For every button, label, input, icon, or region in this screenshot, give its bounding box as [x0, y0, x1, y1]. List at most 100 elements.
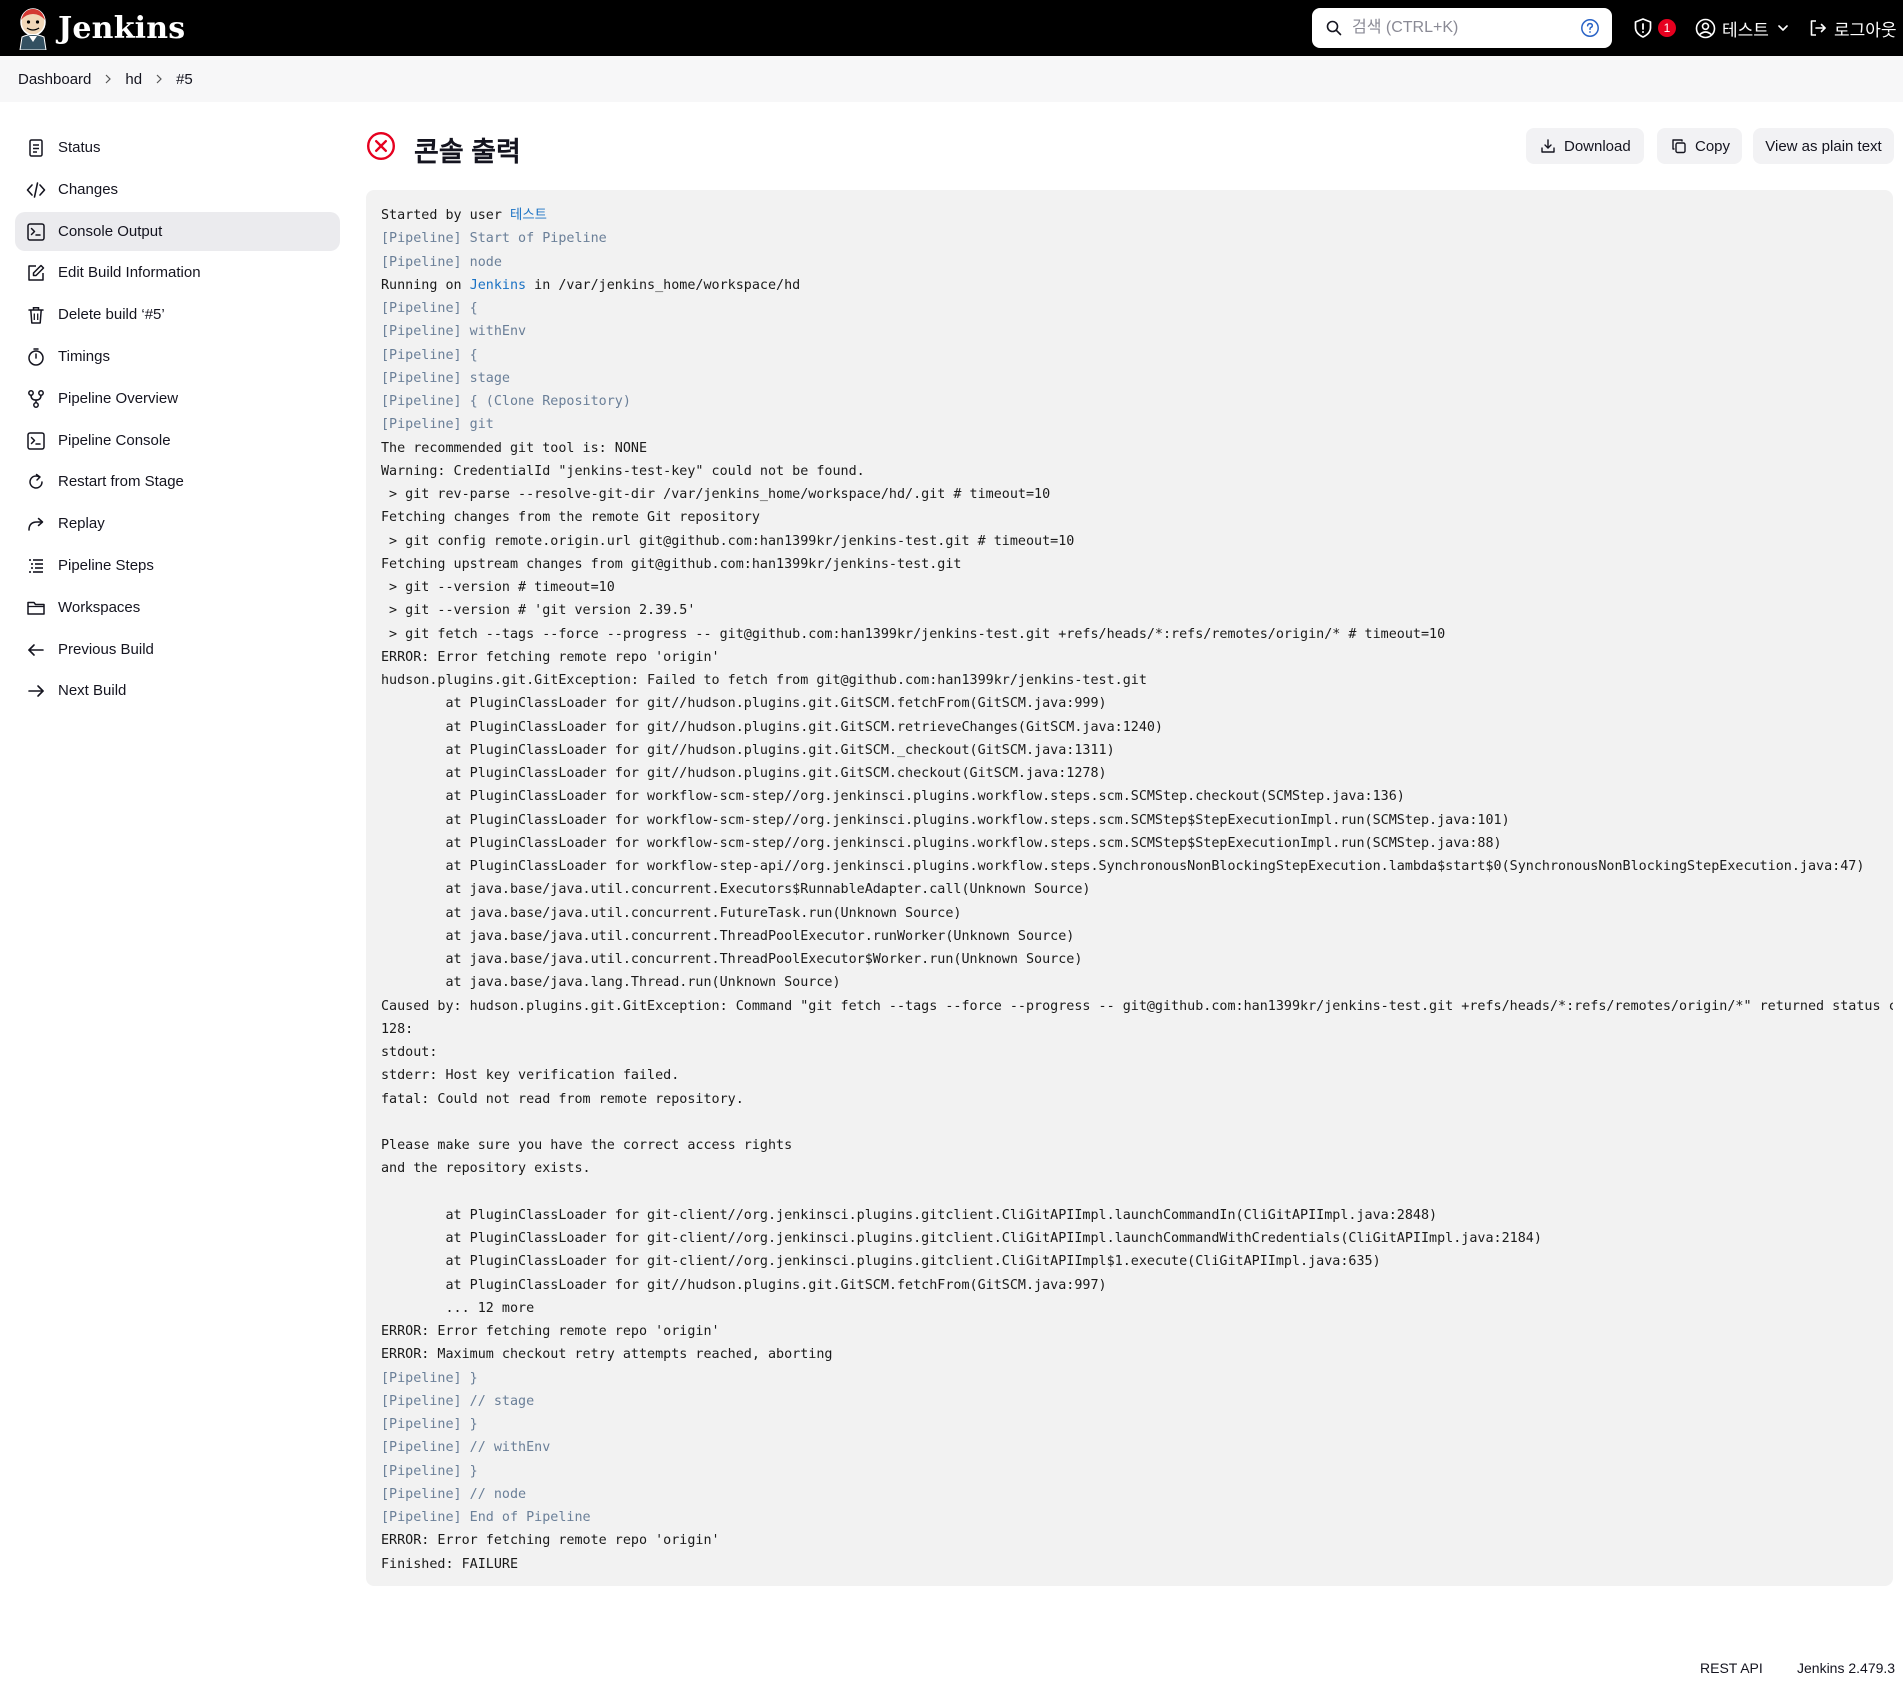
console-text: ... 12 more — [381, 1300, 535, 1316]
console-text: at PluginClassLoader for git-client//org… — [381, 1207, 1438, 1223]
console-text: at PluginClassLoader for workflow-step-a… — [381, 859, 1865, 874]
terminal-icon — [27, 222, 45, 241]
breadcrumb-dashboard[interactable]: Dashboard — [18, 71, 91, 88]
sidebar-item-changes[interactable]: Changes — [15, 170, 340, 209]
sidebar-item-previous-build[interactable]: Previous Build — [15, 630, 340, 669]
copy-button[interactable]: Copy — [1657, 128, 1742, 164]
redo-icon — [28, 517, 44, 531]
console-text: ERROR: Maximum checkout retry attempts r… — [381, 1347, 833, 1363]
copy-label: Copy — [1695, 137, 1731, 155]
user-avatar-icon — [1695, 18, 1716, 38]
console-text: Started by user — [381, 208, 510, 223]
console-text: ERROR: Error fetching remote repo 'origi… — [381, 649, 720, 665]
sidebar-item-console-output[interactable]: Console Output — [15, 211, 340, 251]
console-link[interactable]: 테스트 — [510, 208, 547, 223]
console-line: Fetching upstream changes from git@githu… — [381, 557, 961, 572]
console-line: [Pipeline] } — [381, 1417, 478, 1432]
console-line: > git rev-parse --resolve-git-dir /var/j… — [381, 487, 1050, 502]
console-text: Finished: FAILURE — [381, 1556, 519, 1572]
help-icon[interactable] — [1580, 18, 1600, 38]
console-text: stderr: Host key verification failed. — [381, 1068, 680, 1084]
sidebar-item-timings[interactable]: Timings — [15, 337, 340, 376]
sidebar-item-restart-from-stage[interactable]: Restart from Stage — [15, 462, 340, 501]
download-button[interactable]: Download — [1526, 128, 1644, 164]
logout-button[interactable]: 로그아웃 — [1808, 0, 1897, 56]
console-line: ... 12 more — [381, 1301, 534, 1316]
breadcrumb-build[interactable]: #5 — [176, 71, 193, 88]
sidebar-item-delete-build[interactable]: Delete build ‘#5’ — [15, 295, 340, 334]
console-line: Fetching changes from the remote Git rep… — [381, 510, 760, 525]
console-text: > git rev-parse --resolve-git-dir /var/j… — [381, 487, 1051, 502]
console-line: at PluginClassLoader for git//hudson.plu… — [381, 696, 1107, 712]
console-text: Please make sure you have the correct ac… — [381, 1138, 793, 1153]
console-line: at PluginClassLoader for workflow-scm-st… — [381, 813, 1509, 828]
security-alerts-button[interactable]: 1 — [1632, 0, 1676, 56]
copy-icon — [1672, 139, 1686, 154]
sidebar-item-status[interactable]: Status — [15, 128, 340, 167]
pipeline-step-text: [Pipeline] } — [381, 1417, 478, 1432]
sidebar-item-pipeline-steps[interactable]: Pipeline Steps — [15, 546, 340, 585]
console-line: at PluginClassLoader for workflow-step-a… — [381, 859, 1864, 874]
pipeline-step-text: [Pipeline] withEnv — [381, 324, 527, 340]
sidebar-item-label: Timings — [58, 347, 110, 365]
console-link[interactable]: Jenkins — [470, 278, 526, 293]
sidebar-item-workspaces[interactable]: Workspaces — [15, 588, 340, 627]
console-line: The recommended git tool is: NONE — [381, 441, 647, 456]
console-text: Running on — [381, 277, 470, 293]
rest-api-link[interactable]: REST API — [1700, 1660, 1763, 1676]
console-line: > git config remote.origin.url git@githu… — [381, 534, 1074, 549]
console-output: Started by user 테스트 [Pipeline] Start of … — [366, 190, 1893, 1586]
console-line: at PluginClassLoader for git//hudson.plu… — [381, 743, 1114, 758]
search-input[interactable] — [1352, 8, 1572, 48]
console-line: stdout: — [381, 1045, 446, 1060]
console-line: [Pipeline] { — [381, 301, 478, 316]
trash-icon — [28, 307, 44, 324]
console-line: ERROR: Maximum checkout retry attempts r… — [381, 1347, 832, 1362]
pipeline-step-text: [Pipeline] git — [381, 417, 494, 433]
console-line: at PluginClassLoader for git//hudson.plu… — [381, 1278, 1106, 1293]
console-line: and the repository exists. — [381, 1161, 591, 1176]
sidebar-item-edit-build-information[interactable]: Edit Build Information — [15, 253, 340, 292]
console-line: [Pipeline] } — [381, 1371, 478, 1386]
stopwatch-icon — [28, 348, 44, 366]
logout-icon — [1810, 20, 1826, 36]
breadcrumb-job[interactable]: hd — [125, 71, 142, 88]
sidebar-item-label: Workspaces — [58, 598, 141, 616]
console-line: ERROR: Error fetching remote repo 'origi… — [381, 650, 720, 665]
jenkins-home-link[interactable]: Jenkins — [16, 6, 185, 50]
console-line: [Pipeline] } — [381, 1464, 478, 1479]
console-line: [Pipeline] node — [381, 255, 502, 270]
console-text: at PluginClassLoader for git//hudson.plu… — [381, 719, 1163, 735]
user-menu-button[interactable]: 테스트 — [1695, 0, 1789, 56]
sidebar-item-pipeline-console[interactable]: Pipeline Console — [15, 421, 340, 460]
view-plain-text-button[interactable]: View as plain text — [1753, 128, 1894, 164]
console-text: hudson.plugins.git.GitException: Failed … — [381, 673, 1147, 688]
console-line: Caused by: hudson.plugins.git.GitExcepti… — [381, 999, 1893, 1014]
console-line: > git --version # timeout=10 — [381, 580, 615, 595]
pipeline-step-text: [Pipeline] { — [381, 301, 478, 316]
pipeline-step-text: [Pipeline] Start of Pipeline — [381, 231, 607, 247]
sidebar-item-next-build[interactable]: Next Build — [15, 671, 340, 710]
pipeline-step-text: [Pipeline] { (Clone Repository) — [381, 394, 631, 409]
console-text: 128: — [381, 1021, 414, 1037]
top-header: Jenkins 1 테스트 — [0, 0, 1903, 56]
code-icon — [26, 181, 46, 198]
console-line: at PluginClassLoader for workflow-scm-st… — [381, 836, 1501, 851]
console-text: at PluginClassLoader for git//hudson.plu… — [381, 696, 1107, 712]
sidebar-item-label: Previous Build — [58, 640, 154, 658]
console-line: at java.base/java.lang.Thread.run(Unknow… — [381, 975, 840, 990]
console-line: ERROR: Error fetching remote repo 'origi… — [381, 1324, 720, 1339]
console-line: [Pipeline] { (Clone Repository) — [381, 394, 631, 409]
failure-status-icon — [366, 131, 396, 161]
pipeline-step-text: [Pipeline] stage — [381, 370, 510, 386]
user-name: 테스트 — [1722, 20, 1769, 40]
sidebar-item-pipeline-overview[interactable]: Pipeline Overview — [15, 379, 340, 418]
search-box[interactable] — [1312, 8, 1612, 48]
console-line: Please make sure you have the correct ac… — [381, 1138, 792, 1153]
chevron-down-icon — [1778, 25, 1788, 31]
pipeline-step-text: [Pipeline] // stage — [381, 1393, 535, 1409]
jenkins-version-link[interactable]: Jenkins 2.479.3 — [1797, 1660, 1895, 1676]
console-line: [Pipeline] // withEnv — [381, 1440, 550, 1455]
console-text: at java.base/java.util.concurrent.Thread… — [381, 928, 1075, 944]
sidebar-item-replay[interactable]: Replay — [15, 504, 340, 543]
